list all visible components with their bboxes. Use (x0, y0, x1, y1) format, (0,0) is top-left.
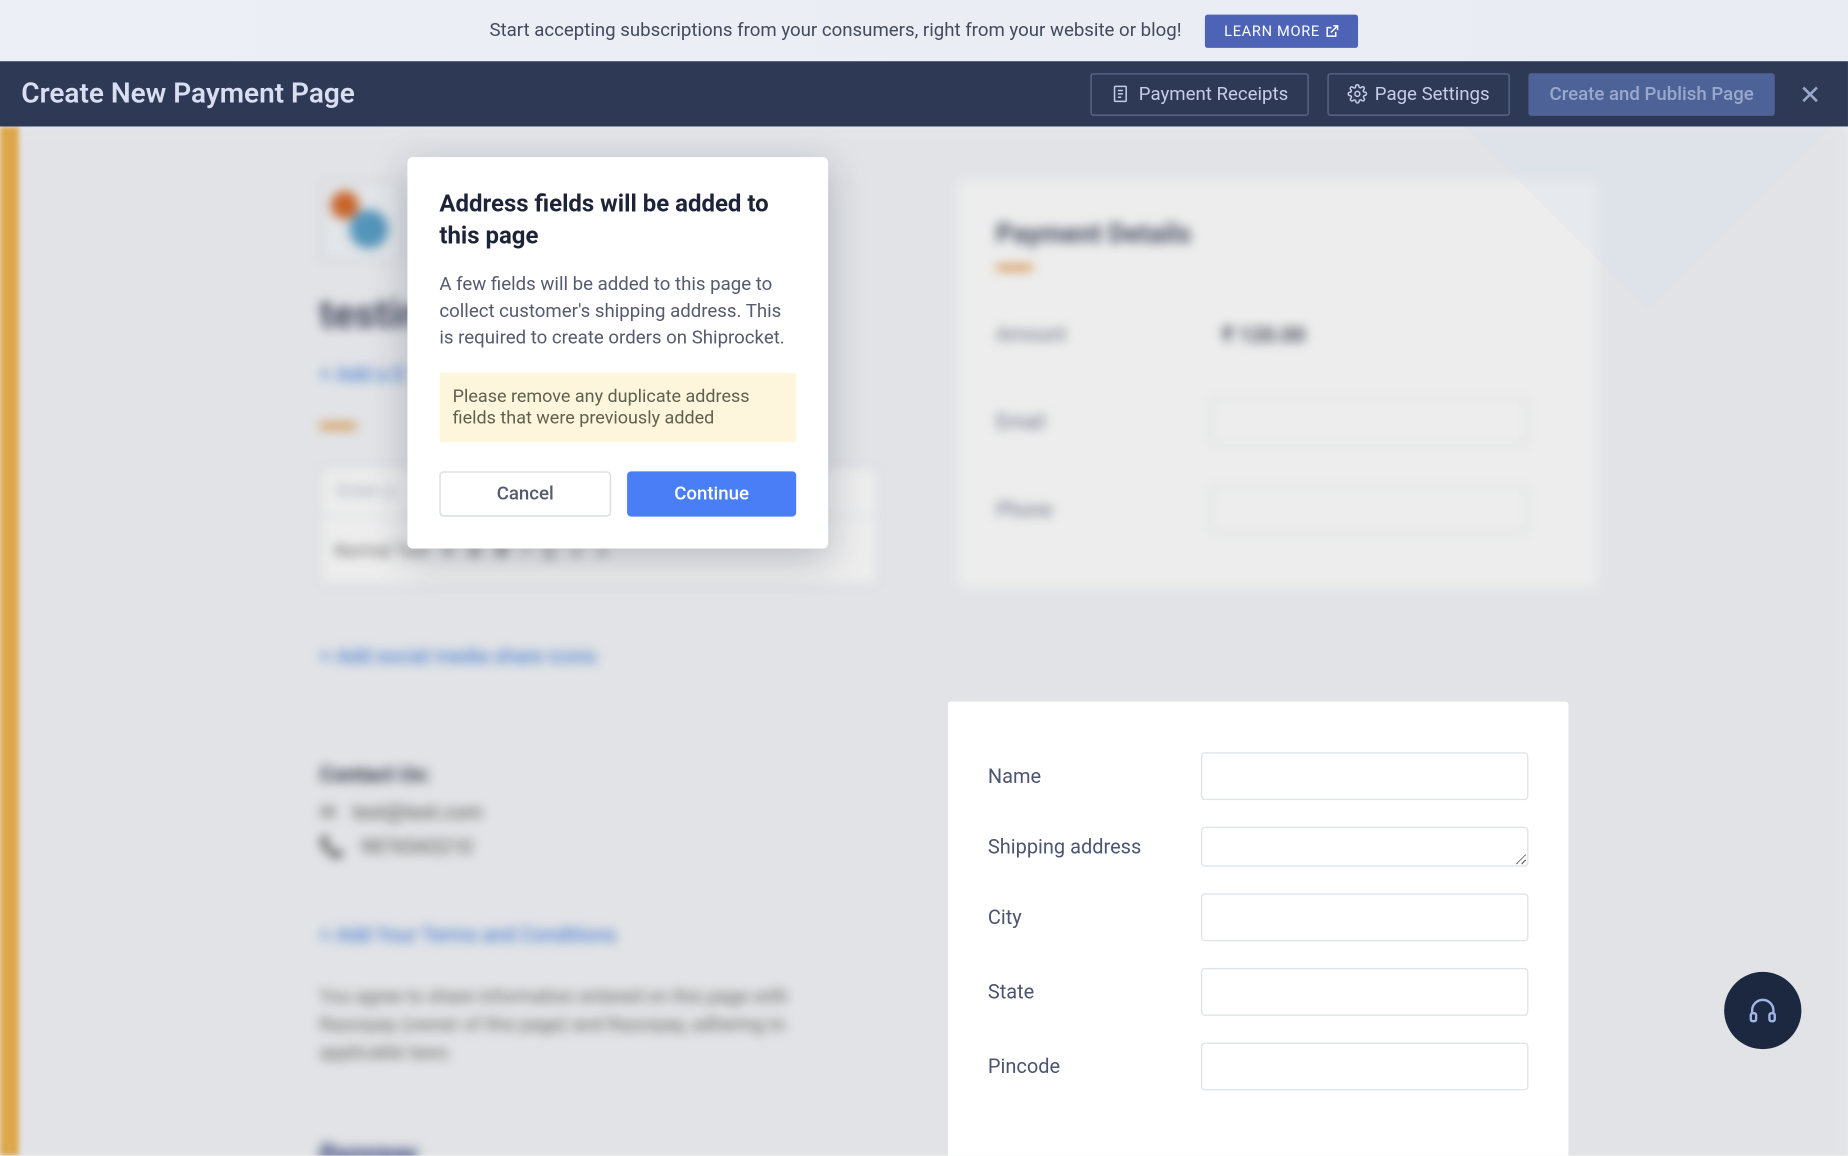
shipping-address-label: Shipping address (988, 835, 1201, 859)
continue-button[interactable]: Continue (627, 472, 796, 517)
gear-icon (1347, 84, 1367, 104)
name-input[interactable] (1201, 752, 1529, 800)
city-input[interactable] (1201, 893, 1529, 941)
name-label: Name (988, 764, 1201, 788)
promo-learn-more-button[interactable]: LEARN MORE (1205, 14, 1358, 47)
terms-link: + Add Your Terms and Conditions (320, 923, 879, 947)
email-icon: ✉ (320, 800, 337, 824)
contact-heading: Contact Us: (320, 762, 879, 787)
promo-text: Start accepting subscriptions from your … (489, 20, 1181, 41)
publish-button[interactable]: Create and Publish Page (1528, 73, 1775, 116)
backdrop-content: testin + Add a D Enter p Normal Text ▾AB… (0, 126, 1848, 1155)
close-button[interactable]: ✕ (1794, 73, 1827, 116)
phone-icon: 📞 (320, 835, 345, 859)
accent-bar (0, 126, 19, 1155)
close-icon: ✕ (1799, 78, 1821, 110)
external-link-icon (1325, 23, 1340, 38)
agree-text: You agree to share information entered o… (320, 984, 826, 1068)
modal-note: Please remove any duplicate address fiel… (439, 373, 796, 442)
modal-title: Address fields will be added to this pag… (439, 189, 796, 252)
promo-banner: Start accepting subscriptions from your … (0, 0, 1848, 61)
add-social-link: + Add social media share icons (320, 644, 879, 668)
city-label: City (988, 905, 1201, 929)
divider (320, 423, 357, 428)
state-input[interactable] (1201, 968, 1529, 1016)
confirmation-modal: Address fields will be added to this pag… (407, 157, 828, 549)
brand-label: Razorpay (320, 1140, 879, 1156)
address-panel: Name Shipping address City State Pincode (948, 702, 1568, 1156)
divider (996, 265, 1033, 270)
cancel-button[interactable]: Cancel (439, 472, 611, 517)
header-bar: Create New Payment Page Payment Receipts… (0, 61, 1848, 126)
pincode-input[interactable] (1201, 1042, 1529, 1090)
logo (320, 180, 403, 263)
receipt-icon (1111, 84, 1131, 104)
payment-details-heading: Payment Details (996, 217, 1561, 249)
shipping-address-input[interactable] (1201, 827, 1529, 867)
payment-receipts-button[interactable]: Payment Receipts (1091, 73, 1308, 116)
pincode-label: Pincode (988, 1054, 1201, 1078)
page-settings-button[interactable]: Page Settings (1327, 73, 1510, 116)
state-label: State (988, 980, 1201, 1004)
page-title: Create New Payment Page (21, 78, 354, 110)
support-fab[interactable] (1724, 972, 1801, 1049)
headset-icon (1747, 995, 1779, 1027)
modal-body: A few fields will be added to this page … (439, 271, 796, 352)
